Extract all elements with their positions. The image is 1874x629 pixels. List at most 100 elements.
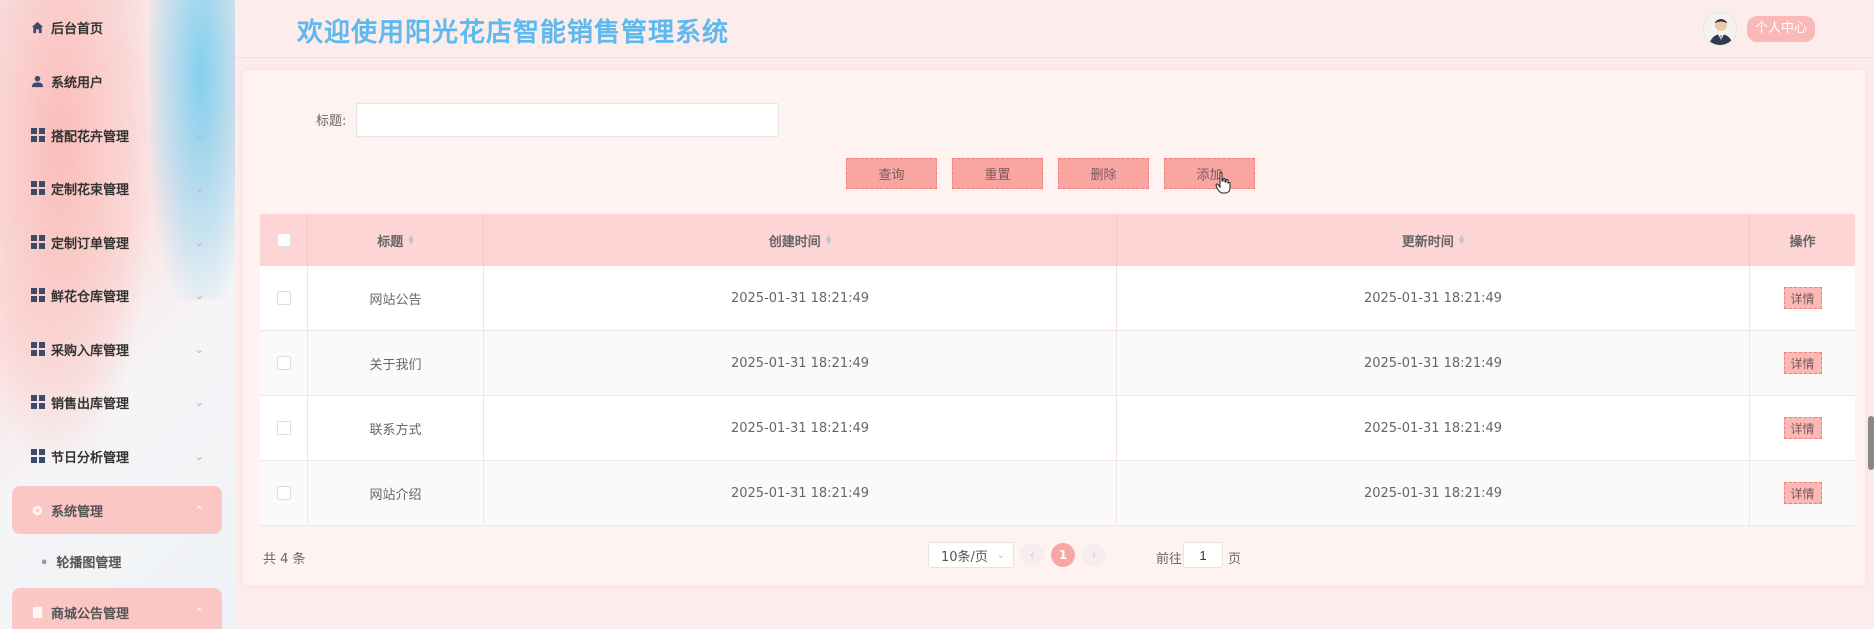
- sidebar-item-label: 系统用户: [51, 75, 104, 91]
- sidebar-item-label: 采购入库管理: [51, 343, 130, 359]
- sidebar-item-label: 鲜花仓库管理: [51, 289, 130, 305]
- delete-button[interactable]: 删除: [1058, 158, 1149, 189]
- sidebar-item-system-users[interactable]: 系统用户 ⌄: [12, 57, 222, 105]
- add-button[interactable]: 添加: [1164, 158, 1255, 189]
- query-button[interactable]: 查询: [846, 158, 937, 189]
- table-header-row: 标题 ▲ ▼ 创建时间 ▲ ▼ 更新时间 ▲ ▼ 操作: [260, 214, 1855, 266]
- sidebar-item-label: 销售出库管理: [51, 396, 130, 412]
- chevron-up-icon: ⌃: [194, 503, 204, 517]
- chevron-down-icon: ⌄: [996, 549, 1005, 561]
- header-op-cell: 操作: [1750, 214, 1855, 266]
- row-updated: 2025-01-31 18:21:49: [1117, 461, 1750, 525]
- table-row: 网站介绍 2025-01-31 18:21:49 2025-01-31 18:2…: [260, 461, 1855, 526]
- row-title: 关于我们: [308, 331, 484, 395]
- row-checkbox[interactable]: [276, 421, 291, 435]
- row-op-cell: 详情: [1750, 331, 1855, 395]
- sidebar-item-system-management[interactable]: 系统管理 ⌃: [12, 486, 222, 534]
- sidebar-item-festival[interactable]: 节日分析管理 ⌄: [12, 432, 222, 480]
- row-checkbox[interactable]: [276, 486, 291, 500]
- row-op-cell: 详情: [1750, 396, 1855, 460]
- avatar[interactable]: [1703, 12, 1737, 46]
- header-updated-label: 更新时间: [1401, 234, 1454, 250]
- sidebar-item-purchase[interactable]: 采购入库管理 ⌄: [12, 325, 222, 373]
- table-row: 网站公告 2025-01-31 18:21:49 2025-01-31 18:2…: [260, 266, 1855, 331]
- sidebar-item-home[interactable]: 后台首页: [12, 3, 222, 51]
- top-header: 欢迎使用阳光花店智能销售管理系统 个人中心: [235, 0, 1874, 58]
- submenu-item-carousel[interactable]: • 轮播图管理: [40, 552, 121, 571]
- search-title-label: 标题:: [316, 114, 347, 129]
- page-scrollbar[interactable]: [1868, 416, 1874, 470]
- chevron-down-icon: ⌄: [194, 342, 204, 356]
- detail-button[interactable]: 详情: [1783, 287, 1822, 309]
- chevron-down-icon: ⌄: [194, 395, 204, 409]
- row-updated: 2025-01-31 18:21:49: [1117, 331, 1750, 395]
- row-op-cell: 详情: [1750, 461, 1855, 525]
- gear-icon: [30, 503, 45, 518]
- header-updated-cell[interactable]: 更新时间 ▲ ▼: [1117, 214, 1750, 266]
- goto-label: 前往: [1156, 552, 1183, 567]
- row-checkbox-cell: [260, 331, 308, 395]
- personal-center-button[interactable]: 个人中心: [1747, 16, 1816, 42]
- row-checkbox-cell: [260, 396, 308, 460]
- chevron-down-icon: ⌄: [194, 74, 204, 88]
- header-title-cell[interactable]: 标题 ▲ ▼: [308, 214, 484, 266]
- sidebar: 后台首页 系统用户 ⌄ 搭配花卉管理 ⌄ 定制花束管理 ⌄ 定制订单管理 ⌄ 鲜…: [0, 0, 235, 629]
- hand-cursor-icon: [1215, 172, 1231, 194]
- document-icon: [30, 605, 45, 620]
- row-created: 2025-01-31 18:21:49: [484, 461, 1117, 525]
- row-created: 2025-01-31 18:21:49: [484, 266, 1117, 330]
- header-created-cell[interactable]: 创建时间 ▲ ▼: [484, 214, 1117, 266]
- table-row: 关于我们 2025-01-31 18:21:49 2025-01-31 18:2…: [260, 331, 1855, 396]
- row-updated: 2025-01-31 18:21:49: [1117, 266, 1750, 330]
- data-table: 标题 ▲ ▼ 创建时间 ▲ ▼ 更新时间 ▲ ▼ 操作 网站公告 2025-01-31…: [260, 214, 1855, 526]
- row-checkbox[interactable]: [276, 291, 291, 305]
- sidebar-item-label: 定制订单管理: [51, 236, 130, 252]
- sidebar-item-announcement[interactable]: 商城公告管理 ⌃: [12, 588, 222, 629]
- page-number-current[interactable]: 1: [1051, 543, 1075, 567]
- reset-button[interactable]: 重置: [952, 158, 1043, 189]
- sidebar-item-orders[interactable]: 定制订单管理 ⌄: [12, 218, 222, 266]
- row-checkbox-cell: [260, 266, 308, 330]
- sort-icon[interactable]: ▲ ▼: [826, 234, 831, 246]
- chevron-down-icon: ⌄: [194, 288, 204, 302]
- sidebar-item-flower-match[interactable]: 搭配花卉管理 ⌄: [12, 111, 222, 159]
- search-title-input[interactable]: [356, 103, 779, 137]
- detail-button[interactable]: 详情: [1783, 352, 1822, 374]
- grid-icon: [30, 342, 45, 357]
- sidebar-item-sales[interactable]: 销售出库管理 ⌄: [12, 378, 222, 426]
- goto-page-input[interactable]: [1183, 542, 1223, 568]
- row-checkbox[interactable]: [276, 356, 291, 370]
- row-updated: 2025-01-31 18:21:49: [1117, 396, 1750, 460]
- row-created: 2025-01-31 18:21:49: [484, 331, 1117, 395]
- grid-icon: [30, 395, 45, 410]
- detail-button[interactable]: 详情: [1783, 417, 1822, 439]
- row-title: 网站介绍: [308, 461, 484, 525]
- row-op-cell: 详情: [1750, 266, 1855, 330]
- grid-icon: [30, 449, 45, 464]
- sort-icon[interactable]: ▲ ▼: [1459, 234, 1464, 246]
- detail-button[interactable]: 详情: [1783, 482, 1822, 504]
- sidebar-item-label: 搭配花卉管理: [51, 129, 130, 145]
- sidebar-item-warehouse[interactable]: 鲜花仓库管理 ⌄: [12, 271, 222, 319]
- select-all-checkbox[interactable]: [276, 233, 291, 247]
- submenu-item-label: 轮播图管理: [56, 556, 122, 571]
- sidebar-item-bouquet[interactable]: 定制花束管理 ⌄: [12, 164, 222, 212]
- chevron-down-icon: ⌄: [194, 128, 204, 142]
- grid-icon: [30, 235, 45, 250]
- grid-icon: [30, 128, 45, 143]
- next-page-icon[interactable]: ›: [1082, 543, 1106, 567]
- pagination-total: 共 4 条: [263, 552, 306, 567]
- row-title: 联系方式: [308, 396, 484, 460]
- header-created-label: 创建时间: [768, 234, 821, 250]
- prev-page-icon[interactable]: ‹: [1020, 543, 1044, 567]
- sidebar-item-label: 节日分析管理: [51, 450, 130, 466]
- sort-icon[interactable]: ▲ ▼: [408, 234, 413, 246]
- user-icon: [30, 74, 45, 89]
- header-op-label: 操作: [1789, 234, 1816, 250]
- page-size-select[interactable]: 10条/页 ⌄: [928, 542, 1014, 568]
- chevron-down-icon: ⌄: [194, 181, 204, 195]
- header-checkbox-cell: [260, 214, 308, 266]
- main-panel: 标题: 查询 重置 删除 添加 标题 ▲ ▼ 创建时间 ▲ ▼ 更新时间 ▲ ▼ 操作: [243, 70, 1865, 585]
- sidebar-item-label: 后台首页: [51, 21, 104, 37]
- sidebar-item-label: 定制花束管理: [51, 182, 130, 198]
